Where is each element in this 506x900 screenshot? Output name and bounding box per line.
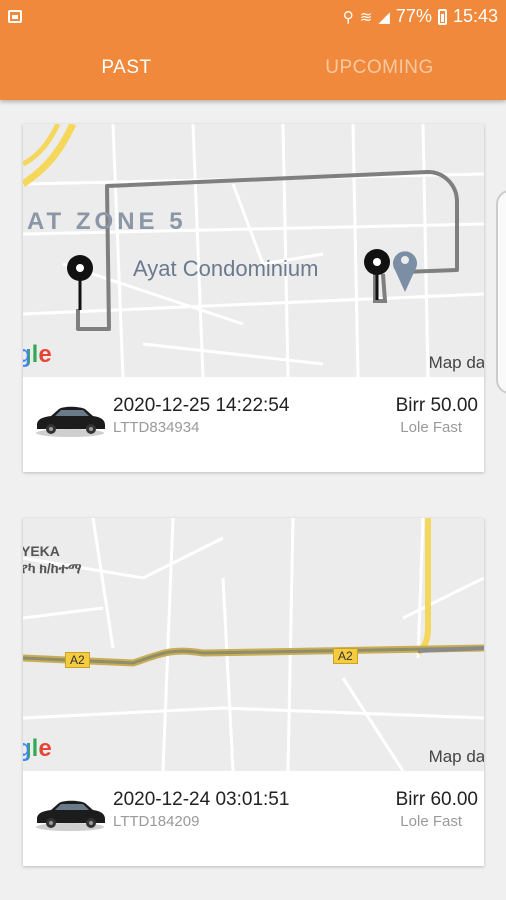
map-area-label: YEKA የካ ክ/ከተማ (23, 543, 81, 577)
trip-price: Birr 50.00 (395, 395, 478, 416)
trip-code: LTTD834934 (113, 419, 200, 436)
car-icon (36, 800, 105, 831)
status-bar: ⚲ ≋ ◢ 77% 15:43 (0, 0, 506, 36)
google-logo-text: gle (23, 341, 52, 368)
map-canvas (23, 518, 484, 771)
trip-service: Lole Fast (400, 813, 462, 830)
car-icon (36, 406, 105, 437)
start-marker (67, 255, 93, 310)
status-icons: ⚲ ≋ ◢ 77% 15:43 (343, 6, 498, 27)
battery-percent: 77% (395, 6, 432, 26)
google-logo-text: gle (23, 735, 52, 762)
trip-datetime: 2020-12-25 14:22:54 (113, 395, 290, 416)
battery-icon (437, 8, 447, 25)
road-badge: A2 (65, 652, 90, 668)
map-place-label: Ayat Condominium (133, 256, 319, 281)
trip-card[interactable]: AT ZONE 5 Ayat Condominium gle Map dat 2… (23, 124, 484, 472)
place-pin-icon (393, 251, 417, 292)
google-logo: gle (23, 341, 52, 369)
trip-map: YEKA የካ ክ/ከተማ A2 A2 gle Map dat (23, 518, 484, 771)
map-canvas (23, 124, 484, 377)
tab-upcoming[interactable]: UPCOMING (253, 36, 506, 100)
map-data-attribution: Map dat (428, 353, 484, 372)
app-header: ⚲ ≋ ◢ 77% 15:43 PAST UPCOMING (0, 0, 506, 100)
trip-info: 2020-12-24 03:01:51 LTTD184209 Birr 60.0… (23, 771, 484, 859)
trip-code: LTTD184209 (113, 813, 200, 830)
side-scroll-handle[interactable] (496, 190, 506, 394)
google-logo: gle (23, 735, 52, 763)
gallery-icon (8, 10, 22, 23)
wifi-icon: ≋ (359, 8, 373, 26)
map-zone-label: AT ZONE 5 (27, 208, 187, 235)
map-area-label-am: የካ ክ/ከተማ (23, 560, 82, 576)
signal-icon: ◢ (378, 8, 390, 26)
map-area-label-en: YEKA (23, 543, 60, 559)
trip-card[interactable]: YEKA የካ ክ/ከተማ A2 A2 gle Map dat 2020-12-… (23, 518, 484, 866)
tab-past[interactable]: PAST (0, 36, 253, 100)
location-icon: ⚲ (342, 8, 354, 26)
trip-service: Lole Fast (400, 419, 462, 436)
tab-bar: PAST UPCOMING (0, 36, 506, 100)
trip-price: Birr 60.00 (395, 789, 478, 810)
map-data-attribution: Map dat (428, 747, 484, 766)
clock: 15:43 (452, 6, 498, 26)
trip-datetime: 2020-12-24 03:01:51 (113, 789, 290, 810)
road-badge: A2 (333, 648, 358, 664)
trip-map: AT ZONE 5 Ayat Condominium gle Map dat (23, 124, 484, 377)
trip-info: 2020-12-25 14:22:54 LTTD834934 Birr 50.0… (23, 377, 484, 465)
